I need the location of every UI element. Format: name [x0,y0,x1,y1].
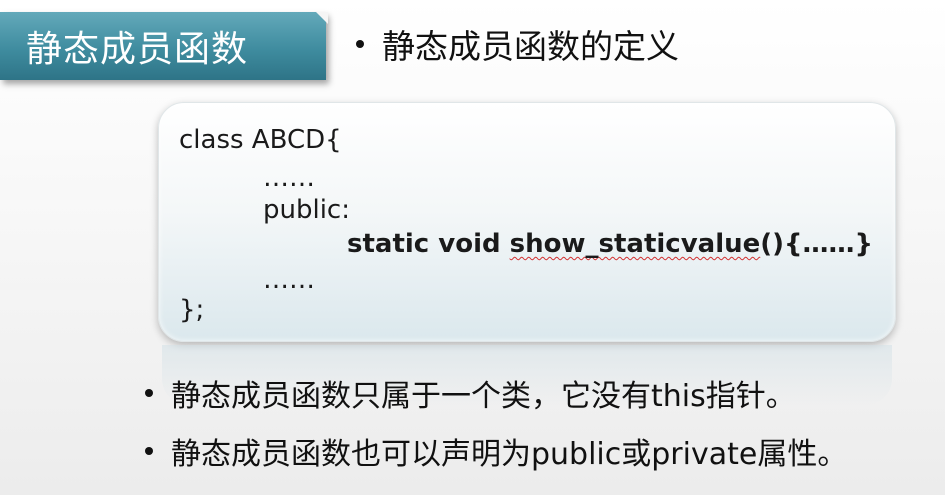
bullet-dot-icon [145,389,153,397]
section-title-tab: 静态成员函数 [0,12,328,80]
code-line-ellipsis-2: …… [263,265,315,295]
code-line-class-header: class ABCD{ [179,125,342,155]
code-line-public: public: [263,195,350,225]
code-static-void: static void [347,229,510,259]
subtitle-heading: 静态成员函数的定义 [356,20,679,68]
bullet-dot-icon [356,40,364,48]
bullet-text: 静态成员函数也可以声明为public或private属性。 [171,437,848,472]
bullet-dot-icon [145,447,153,455]
bullet-text: 静态成员函数只属于一个类，它没有this指针。 [171,379,796,414]
code-line-ellipsis-1: …… [263,163,315,193]
section-title: 静态成员函数 [26,29,249,70]
code-function-body: (){……} [760,229,874,259]
bullet-item: 静态成员函数也可以声明为public或private属性。 [145,426,847,476]
code-example-box: class ABCD{ …… public: static void show_… [158,102,896,342]
subtitle-text: 静态成员函数的定义 [382,27,679,66]
code-line-static-method: static void show_staticvalue(){……} [347,229,873,259]
bullet-list: 静态成员函数只属于一个类，它没有this指针。 静态成员函数也可以声明为publ… [145,368,847,484]
bullet-item: 静态成员函数只属于一个类，它没有this指针。 [145,368,847,418]
code-function-name: show_staticvalue [509,229,761,259]
code-line-class-close: }; [179,295,205,325]
